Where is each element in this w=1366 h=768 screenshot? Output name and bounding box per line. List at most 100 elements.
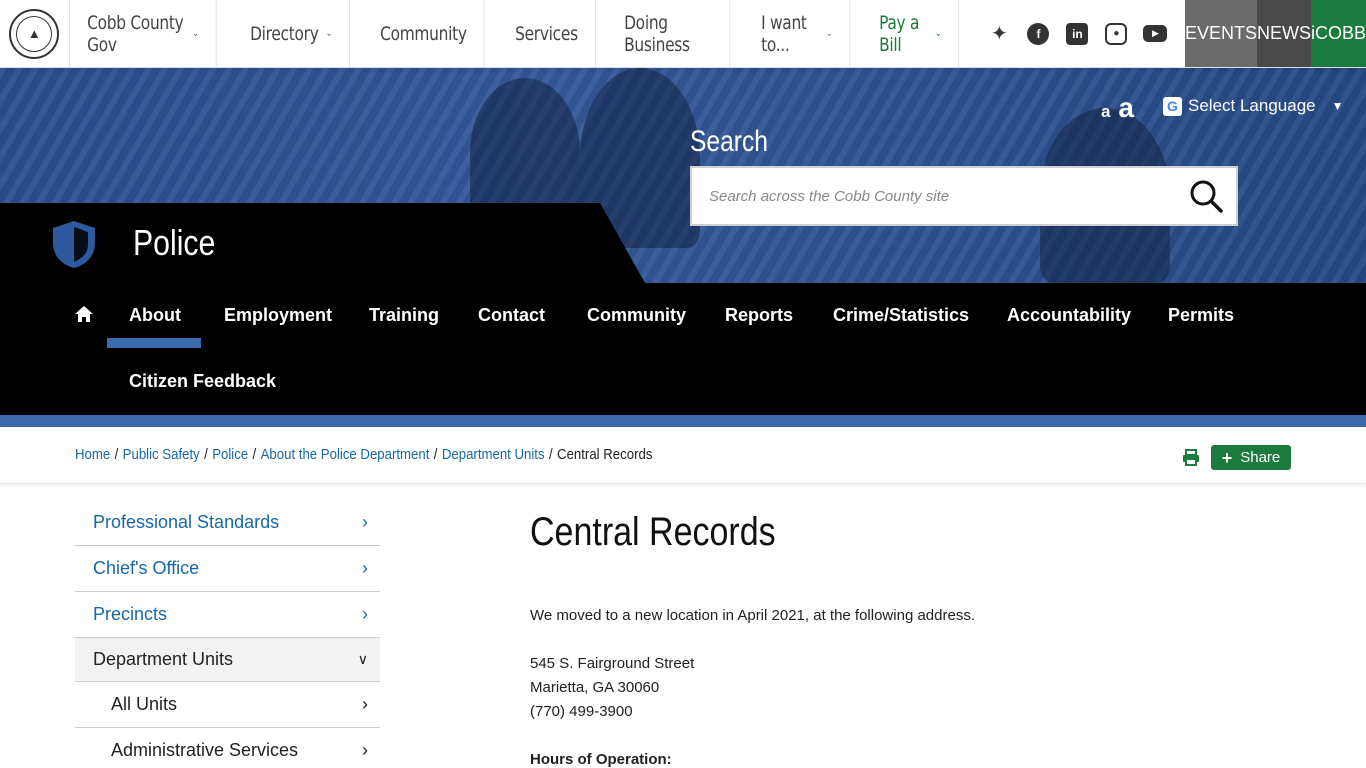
search-heading: Search xyxy=(690,125,768,158)
search-icon xyxy=(1190,180,1223,213)
youtube-icon[interactable]: ▶ xyxy=(1136,0,1175,68)
breadcrumb: Home / Public Safety / Police / About the P… xyxy=(75,446,652,463)
main-content: Central Records We moved to a new locati… xyxy=(530,510,1290,768)
text-size-controls: aa xyxy=(1101,92,1134,124)
phone-number[interactable]: (770) 499-3900 xyxy=(530,700,694,724)
sidebar-item-professional-standards[interactable]: Professional Standards › xyxy=(75,500,380,546)
language-selector[interactable]: G Select Language ▼ xyxy=(1163,96,1344,116)
chevron-right-icon: › xyxy=(362,512,368,532)
nav-label: Community xyxy=(379,22,467,45)
sidebar-item-label: Professional Standards xyxy=(93,512,280,532)
hours-heading: Hours of Operation: xyxy=(530,751,672,768)
breadcrumb-current: Central Records xyxy=(557,446,653,463)
department-title: Police xyxy=(133,222,216,263)
sidebar-item-all-units[interactable]: All Units › xyxy=(75,682,380,728)
chevron-down-icon: ⌄ xyxy=(934,28,942,39)
search-form xyxy=(690,166,1238,226)
facebook-icon[interactable]: f xyxy=(1019,0,1058,68)
subnav-crime-statistics[interactable]: Crime/Statistics xyxy=(833,305,969,326)
address-street: 545 S. Fairground Street xyxy=(530,655,695,672)
department-subnav: About Employment Training Contact Commun… xyxy=(0,283,1366,415)
nav-cobb-county-gov[interactable]: Cobb County Gov ⌄ xyxy=(70,0,217,67)
google-icon: G xyxy=(1163,96,1182,116)
twitter-icon[interactable]: ✦ xyxy=(980,0,1019,68)
share-button[interactable]: + Share xyxy=(1211,445,1291,470)
nav-doing-business[interactable]: Doing Business xyxy=(607,0,730,67)
sidebar-item-chiefs-office[interactable]: Chief's Office › xyxy=(75,546,380,592)
sidebar-item-label: Chief's Office xyxy=(93,558,200,578)
nav-label: Directory xyxy=(249,22,319,45)
print-icon[interactable] xyxy=(1182,449,1200,466)
address-block: 545 S. Fairground Street Marietta, GA 30… xyxy=(530,652,694,724)
chevron-down-icon: ⌄ xyxy=(325,28,332,39)
subnav-employment[interactable]: Employment xyxy=(224,305,332,326)
breadcrumb-separator: / xyxy=(548,446,553,463)
breadcrumb-separator: / xyxy=(433,446,438,463)
nav-label: Cobb County Gov xyxy=(86,11,184,56)
subnav-community[interactable]: Community xyxy=(587,305,686,326)
nav-pay-a-bill[interactable]: Pay a Bill ⌄ xyxy=(862,0,960,67)
breadcrumb-department-units[interactable]: Department Units xyxy=(442,446,545,463)
chevron-right-icon: › xyxy=(362,694,368,714)
language-label: Select Language xyxy=(1188,96,1316,115)
sidebar-item-label: Department Units xyxy=(93,649,234,669)
subnav-training[interactable]: Training xyxy=(369,305,439,326)
subnav-contact[interactable]: Contact xyxy=(478,305,545,326)
address-city: Marietta, GA 30060 xyxy=(530,679,660,696)
nav-label: Doing Business xyxy=(623,11,690,56)
breadcrumb-separator: / xyxy=(114,446,119,463)
sidebar-item-label: All Units xyxy=(111,694,178,714)
linkedin-icon[interactable]: in xyxy=(1058,0,1097,68)
nav-label: I want to... xyxy=(760,11,807,56)
instagram-icon[interactable]: ● xyxy=(1097,0,1136,68)
nav-i-want-to[interactable]: I want to... ⌄ xyxy=(744,0,850,67)
breadcrumb-separator: / xyxy=(252,446,257,463)
nav-services[interactable]: Services xyxy=(498,0,596,67)
icobb-button[interactable]: iCOBB xyxy=(1310,0,1366,67)
breadcrumb-public-safety[interactable]: Public Safety xyxy=(123,446,200,463)
page-title: Central Records xyxy=(530,510,776,554)
county-seal-logo: ▲ xyxy=(9,8,60,59)
plus-icon: + xyxy=(1221,447,1233,468)
news-button[interactable]: NEWS xyxy=(1256,0,1311,67)
breadcrumb-bar: Home / Public Safety / Police / About the P… xyxy=(0,427,1366,484)
subnav-permits[interactable]: Permits xyxy=(1168,305,1234,326)
sidebar-item-department-units[interactable]: Department Units ∨ xyxy=(75,638,380,682)
breadcrumb-home[interactable]: Home xyxy=(75,446,110,463)
breadcrumb-police[interactable]: Police xyxy=(212,446,248,463)
chevron-right-icon: › xyxy=(362,558,368,578)
breadcrumb-separator: / xyxy=(204,446,208,463)
sidebar-nav: Professional Standards › Chief's Office › … xyxy=(75,500,380,768)
sidebar-item-administrative-services[interactable]: Administrative Services › xyxy=(75,728,380,768)
subnav-accountability[interactable]: Accountability xyxy=(1007,305,1131,326)
chevron-down-icon: ∨ xyxy=(357,651,368,667)
top-navigation: ▲ Cobb County Gov ⌄ Directory ⌄ Community … xyxy=(0,0,1366,68)
sidebar-item-precincts[interactable]: Precincts › xyxy=(75,592,380,638)
subnav-reports[interactable]: Reports xyxy=(725,305,793,326)
nav-label: Pay a Bill xyxy=(878,11,919,56)
subnav-about[interactable]: About xyxy=(129,305,181,326)
chevron-down-icon: ⌄ xyxy=(825,28,832,39)
caret-down-icon: ▼ xyxy=(1331,99,1344,113)
events-button[interactable]: EVENTS xyxy=(1184,0,1257,67)
text-smaller-button[interactable]: a xyxy=(1101,102,1110,121)
nav-community[interactable]: Community xyxy=(363,0,485,67)
chevron-right-icon: › xyxy=(362,604,368,624)
logo-link[interactable]: ▲ xyxy=(0,0,70,67)
subnav-citizen-feedback[interactable]: Citizen Feedback xyxy=(129,371,276,392)
search-button[interactable] xyxy=(1176,168,1236,224)
text-larger-button[interactable]: a xyxy=(1118,92,1134,123)
sidebar-item-label: Precincts xyxy=(93,604,168,624)
social-links: ✦ f in ● ▶ xyxy=(970,0,1185,67)
sidebar-item-label: Administrative Services xyxy=(111,740,299,760)
chevron-right-icon: › xyxy=(362,740,368,760)
home-icon[interactable] xyxy=(74,305,94,323)
search-input[interactable] xyxy=(692,168,1176,224)
nav-label: Services xyxy=(515,22,578,45)
intro-text: We moved to a new location in April 2021… xyxy=(530,607,975,624)
accent-divider xyxy=(0,415,1366,427)
nav-directory[interactable]: Directory ⌄ xyxy=(233,0,350,67)
chevron-down-icon: ⌄ xyxy=(191,28,199,39)
active-tab-indicator xyxy=(107,338,201,348)
breadcrumb-about-police[interactable]: About the Police Department xyxy=(261,446,430,463)
